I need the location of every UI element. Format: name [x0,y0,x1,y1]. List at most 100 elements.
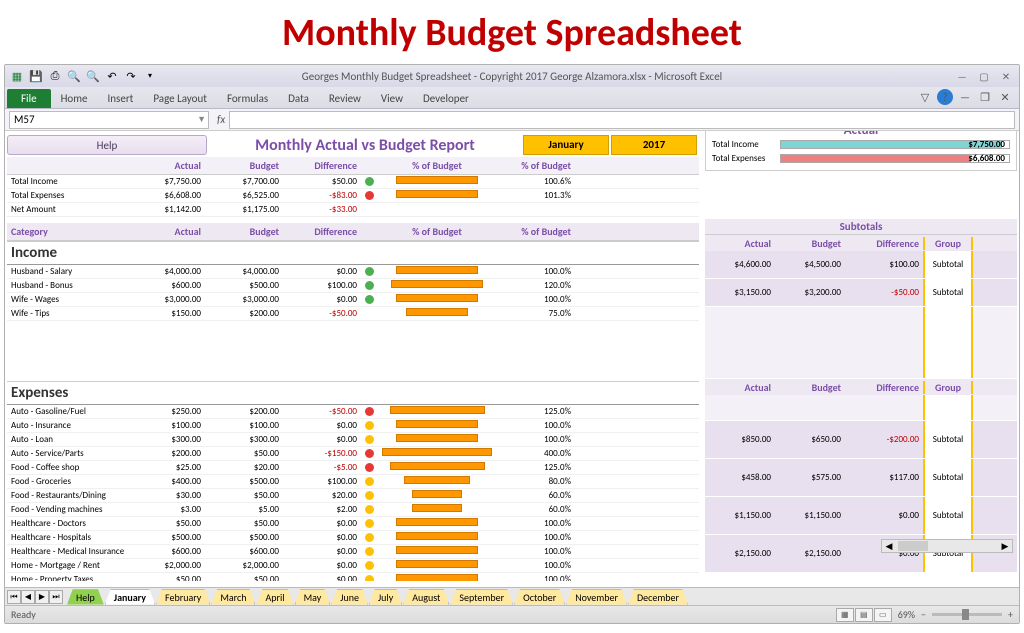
data-row[interactable]: Wife - Wages$3,000.00$3,000.00 $0.00 100… [7,293,699,307]
chevron-down-icon[interactable]: ▼ [197,114,206,125]
help-icon[interactable]: ? [937,89,953,105]
data-row[interactable]: Total Income$7,750.00$7,700.00 $50.00 10… [7,175,699,189]
sub-hdr-diff2: Difference [845,381,923,394]
tab-prev-icon[interactable]: ◀ [21,590,35,604]
zoom-in-icon[interactable]: + [1008,608,1013,621]
subtotal-row[interactable]: $3,150.00$3,200.00 -$50.00Subtotal [705,279,1017,307]
tab-developer[interactable]: Developer [413,89,479,108]
tab-page-layout[interactable]: Page Layout [143,89,217,108]
data-row[interactable]: Food - Restaurants/Dining$30.00$50.00 $2… [7,489,699,503]
sheet-tab-july[interactable]: July [369,589,402,605]
view-break-icon[interactable]: ▭ [874,608,892,622]
workbook-restore-icon[interactable]: ❐ [977,89,993,105]
sheet-tab-february[interactable]: February [156,589,210,605]
sheet-tab-june[interactable]: June [331,589,368,605]
sheet-area: Help Monthly Actual vs Budget Report Jan… [5,131,1019,587]
ribbon-tabs: File Home Insert Page Layout Formulas Da… [5,87,1019,109]
data-row[interactable]: Healthcare - Medical Insurance$600.00$60… [7,545,699,559]
hdr-diff: Difference [283,159,361,172]
undo-icon[interactable]: ↶ [104,68,120,84]
data-row[interactable]: Net Amount$1,142.00$1,175.00 -$33.00 [7,203,699,217]
scroll-left-icon[interactable]: ◀ [882,541,896,552]
data-row[interactable]: Home - Property Taxes$50.00$50.00 $0.00 … [7,573,699,581]
name-box-value: M57 [14,113,35,126]
workbook-close-icon[interactable]: ✕ [997,89,1013,105]
subtotal-row[interactable]: $458.00$575.00 $117.00Subtotal [705,459,1017,497]
sub-hdr-budget: Budget [775,237,845,250]
name-box[interactable]: M57 ▼ [9,111,209,129]
status-bar: Ready ▦ ▤ ▭ 69% − + [5,605,1019,623]
tab-review[interactable]: Review [319,89,371,108]
sheet-tab-help[interactable]: Help [67,589,104,605]
sheet-tab-march[interactable]: March [211,589,255,605]
minimize-icon[interactable]: — [955,69,969,83]
month-cell[interactable]: January [523,135,609,155]
scroll-right-icon[interactable]: ▶ [998,541,1012,552]
view-normal-icon[interactable]: ▦ [836,608,854,622]
save-icon[interactable]: 💾 [28,68,44,84]
subtotal-header: Actual Budget Difference Group [705,235,1017,251]
hdr-budget2: Budget [205,225,283,238]
tab-formulas[interactable]: Formulas [217,89,278,108]
tab-home[interactable]: Home [51,89,98,108]
sheet-tab-april[interactable]: April [256,589,293,605]
maximize-icon[interactable]: ▢ [977,69,991,83]
data-row[interactable]: Food - Vending machines$3.00$5.00 $2.00 … [7,503,699,517]
tab-first-icon[interactable]: ⏮ [7,590,21,604]
workbook-min-icon[interactable]: — [957,89,973,105]
sheet-tab-september[interactable]: September [450,589,513,605]
sheet-tab-may[interactable]: May [295,589,331,605]
find2-icon[interactable]: 🔍 [85,68,101,84]
tab-view[interactable]: View [371,89,413,108]
data-row[interactable]: Husband - Bonus$600.00$500.00 $100.00 12… [7,279,699,293]
subtotal-row[interactable]: $1,150.00$1,150.00 $0.00Subtotal [705,497,1017,535]
tab-data[interactable]: Data [278,89,319,108]
help-button[interactable]: Help [7,135,207,155]
tab-file[interactable]: File [7,89,51,108]
find-icon[interactable]: 🔍 [66,68,82,84]
hdr-budget: Budget [205,159,283,172]
sheet-tab-october[interactable]: October [514,589,565,605]
print-icon[interactable]: ⎙ [47,68,63,84]
sheet-tab-august[interactable]: August [403,589,449,605]
data-row[interactable]: Wife - Tips$150.00$200.00 -$50.00 75.0% [7,307,699,321]
data-row[interactable]: Total Expenses$6,608.00$6,525.00 -$83.00… [7,189,699,203]
subtotal-row[interactable]: $850.00$650.00 -$200.00Subtotal [705,421,1017,459]
redo-icon[interactable]: ↷ [123,68,139,84]
tab-last-icon[interactable]: ⏭ [49,590,63,604]
excel-icon[interactable]: ▦ [9,68,25,84]
zoom-out-icon[interactable]: − [921,608,926,621]
horizontal-scrollbar[interactable]: ◀ ▶ [881,539,1013,553]
subtotal-row[interactable]: $4,600.00$4,500.00 $100.00Subtotal [705,251,1017,279]
hdr-pct: % of Budget [377,159,497,172]
data-row[interactable]: Healthcare - Hospitals$500.00$500.00 $0.… [7,531,699,545]
data-row[interactable]: Auto - Service/Parts$200.00$50.00 -$150.… [7,447,699,461]
chart-income-label: Total Income [712,139,780,150]
summary-header: Actual Budget Difference % of Budget % o… [7,157,699,175]
data-row[interactable]: Auto - Loan$300.00$300.00 $0.00 100.0% [7,433,699,447]
sheet-tab-december[interactable]: December [628,589,688,605]
view-layout-icon[interactable]: ▤ [855,608,873,622]
tab-next-icon[interactable]: ▶ [35,590,49,604]
excel-window: ▦ 💾 ⎙ 🔍 🔍 ↶ ↷ ▾ Georges Monthly Budget S… [4,64,1020,624]
zoom-slider[interactable] [932,613,1002,616]
data-row[interactable]: Food - Coffee shop$25.00$20.00 -$5.00 12… [7,461,699,475]
data-row[interactable]: Food - Groceries$400.00$500.00 $100.00 8… [7,475,699,489]
scroll-thumb[interactable] [898,541,928,551]
sheet-tab-january[interactable]: January [105,589,155,605]
fx-label[interactable]: fx [217,113,225,126]
data-row[interactable]: Husband - Salary$4,000.00$4,000.00 $0.00… [7,265,699,279]
sub-hdr-diff: Difference [845,237,923,250]
year-cell[interactable]: 2017 [611,135,697,155]
sheet-tab-november[interactable]: November [566,589,627,605]
data-row[interactable]: Auto - Gasoline/Fuel$250.00$200.00 -$50.… [7,405,699,419]
data-row[interactable]: Auto - Insurance$100.00$100.00 $0.00 100… [7,419,699,433]
qat-more-icon[interactable]: ▾ [142,68,158,84]
close-icon[interactable]: ✕ [999,69,1013,83]
ribbon-min-icon[interactable]: ▽ [917,89,933,105]
expenses-section-title: Expenses [7,381,699,405]
data-row[interactable]: Healthcare - Doctors$50.00$50.00 $0.00 1… [7,517,699,531]
tab-insert[interactable]: Insert [98,89,144,108]
formula-bar[interactable] [229,111,1015,129]
data-row[interactable]: Home - Mortgage / Rent$2,000.00$2,000.00… [7,559,699,573]
